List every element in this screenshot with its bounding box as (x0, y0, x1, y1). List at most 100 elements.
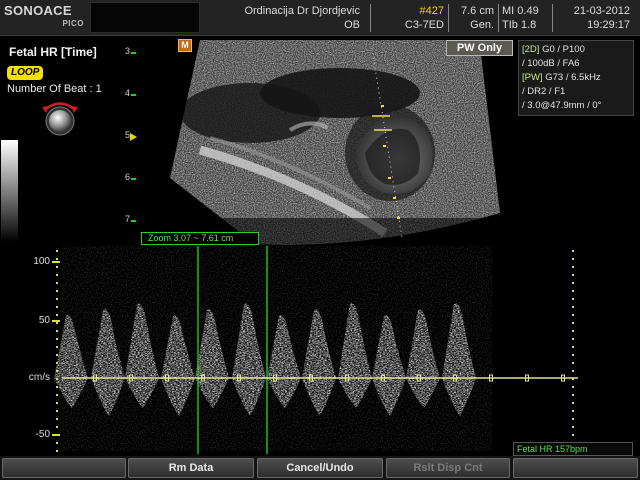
sonoace-logo: SONOACE PICO (4, 3, 86, 33)
scale-dot (56, 258, 58, 260)
cancel-undo-button[interactable]: Cancel/Undo (257, 458, 383, 478)
depth-label: 7 (124, 214, 130, 224)
scale-dot (56, 290, 58, 292)
date-time: 21-03-2012 19:29:17 (556, 4, 630, 32)
scale-dot (56, 282, 58, 284)
scale-dot (56, 450, 58, 452)
scale-dot (572, 282, 574, 284)
depth-tick (131, 178, 136, 180)
depth-tick (131, 220, 136, 222)
softkey-1[interactable] (2, 458, 126, 478)
logo-sub-text: PICO (62, 19, 84, 28)
scale-dot (56, 330, 58, 332)
param-value: G0 / P100 (542, 44, 585, 55)
study-number: #427 (419, 5, 444, 17)
scale-dot (572, 362, 574, 364)
scale-dot (56, 298, 58, 300)
grayscale-bar (1, 140, 18, 242)
scale-dot (572, 346, 574, 348)
scale-dot (56, 306, 58, 308)
scale-dot (572, 306, 574, 308)
scale-dot (56, 418, 58, 420)
param-line-2d: [2D] G0 / P100 (522, 43, 630, 57)
header-divider (448, 4, 449, 32)
clinic-info: Ordinacija Dr Djordjevic OB (206, 4, 360, 32)
velocity-label: 100 (33, 256, 50, 267)
scale-dot (572, 314, 574, 316)
depth-label: 6 (124, 172, 130, 182)
scale-dot (56, 266, 58, 268)
top-status-bar: SONOACE PICO Ordinacija Dr Djordjevic OB… (0, 0, 640, 36)
scale-dot (572, 250, 574, 252)
scale-dot (572, 258, 574, 260)
velocity-unit: cm/s (28, 372, 50, 383)
scale-dot (572, 394, 574, 396)
clinic-name: Ordinacija Dr Djordjevic (244, 5, 360, 17)
logo-main-text: SONOACE (4, 3, 72, 18)
probe-name: C3-7ED (404, 19, 444, 31)
pw-doppler-spectrum[interactable] (0, 246, 640, 456)
depth-tick (131, 52, 136, 54)
scale-dot (572, 338, 574, 340)
rm-data-button[interactable]: Rm Data (128, 458, 254, 478)
scale-dot (56, 346, 58, 348)
scale-dot (572, 426, 574, 428)
scale-dot (572, 322, 574, 324)
scale-dot (56, 354, 58, 356)
trackball-knob-icon[interactable] (40, 99, 80, 137)
scale-dot (56, 394, 58, 396)
softkey-5[interactable] (513, 458, 638, 478)
param-tag-2d: [2D] (522, 44, 540, 55)
scale-dot (572, 370, 574, 372)
param-line: / 3.0@47.9mm / 0° (522, 100, 602, 111)
header-divider (370, 4, 371, 32)
scale-dot (56, 314, 58, 316)
scale-dot (56, 274, 58, 276)
measurement-title: Fetal HR [Time] (9, 45, 97, 59)
scale-dot (572, 298, 574, 300)
preset-name: Gen. (470, 19, 494, 31)
scale-dot (572, 354, 574, 356)
scale-dot (56, 442, 58, 444)
ultrasound-2d-image[interactable] (140, 38, 500, 248)
study-probe-info: #427 C3-7ED (374, 4, 444, 32)
param-line-pw: [PW] G73 / 6.5kHz (522, 71, 630, 85)
department: OB (344, 19, 360, 31)
time: 19:29:17 (587, 19, 630, 31)
imaging-parameters: [2D] G0 / P100 / 100dB / FA6 [PW] G73 / … (518, 40, 634, 116)
scale-dot (56, 434, 58, 436)
param-value: G73 / 6.5kHz (545, 72, 601, 83)
m-marker: M (178, 39, 192, 52)
pw-only-badge[interactable]: PW Only (446, 40, 513, 56)
tib-value: TIb 1.8 (502, 19, 537, 31)
scale-dot (56, 426, 58, 428)
scale-dot (56, 386, 58, 388)
param-line: / 100dB / FA6 (522, 58, 580, 69)
scale-dot (56, 410, 58, 412)
scale-dot (572, 378, 574, 380)
rslt-disp-cnt-button[interactable]: Rslt Disp Cnt (386, 458, 510, 478)
scale-dot (572, 434, 574, 436)
patient-info-box[interactable] (90, 2, 200, 33)
depth-label: 3 (124, 46, 130, 56)
scale-dot (56, 322, 58, 324)
scale-dot (572, 418, 574, 420)
scale-dot (572, 386, 574, 388)
scale-dot (56, 378, 58, 380)
scale-dot (572, 266, 574, 268)
softkey-bar: Rm Data Cancel/Undo Rslt Disp Cnt (0, 456, 640, 480)
scale-dot (56, 338, 58, 340)
header-divider (498, 4, 499, 32)
param-tag-pw: [PW] (522, 72, 543, 83)
scale-dot (56, 250, 58, 252)
zoom-label: Zoom 3.07 ~ 7.61 cm (141, 232, 259, 245)
scale-dot (572, 402, 574, 404)
fetal-hr-readout: Fetal HR 157bpm (513, 442, 633, 456)
depth-tick (131, 94, 136, 96)
scale-dot (56, 402, 58, 404)
scale-dot (572, 410, 574, 412)
loop-badge[interactable]: LOOP (7, 66, 44, 80)
depth-label: 4 (124, 88, 130, 98)
velocity-label: -50 (35, 429, 50, 440)
scale-dot (572, 330, 574, 332)
